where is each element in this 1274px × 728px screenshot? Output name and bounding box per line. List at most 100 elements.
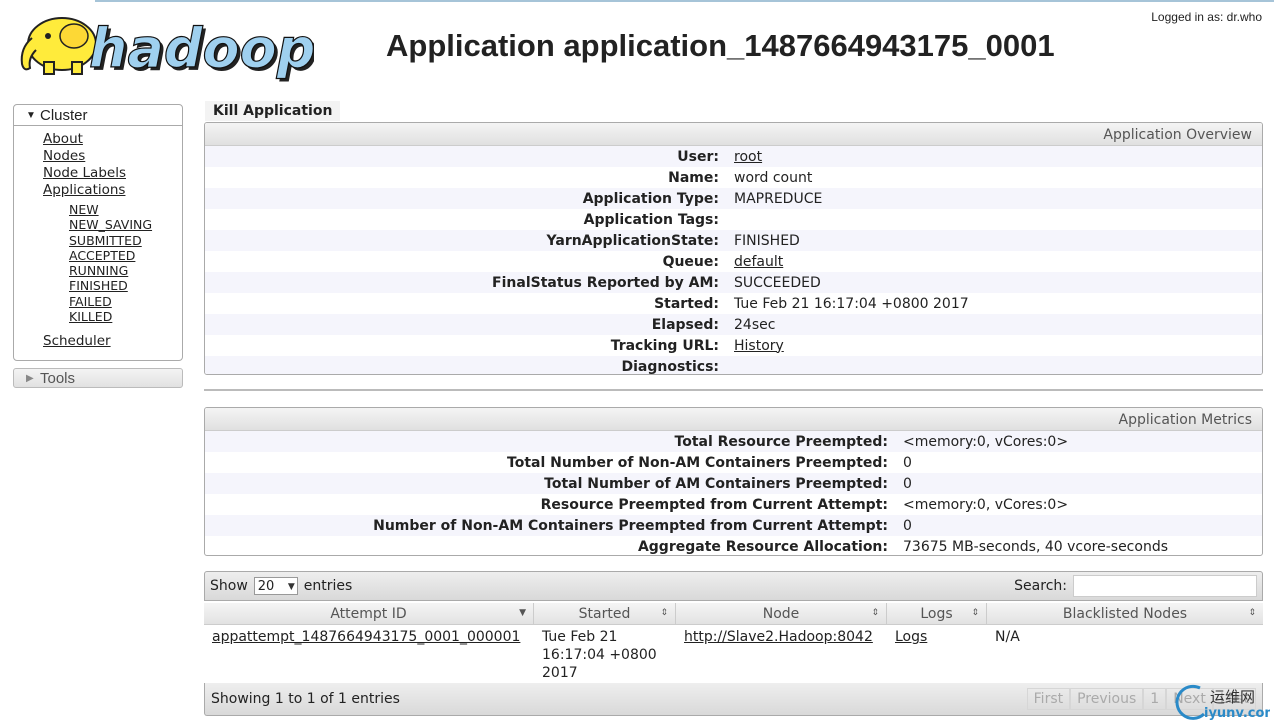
attempt-logs-link[interactable]: Logs [895, 629, 927, 645]
header-top-line [95, 0, 1274, 2]
metrics-row: Total Number of AM Containers Preempted:… [205, 473, 1262, 494]
nav-link-applications[interactable]: Applications [43, 182, 182, 199]
entries-label: entries [303, 578, 353, 594]
metrics-row: Resource Preempted from Current Attempt:… [205, 494, 1262, 515]
metrics-value: <memory:0, vCores:0> [903, 433, 1069, 450]
column-header-node[interactable]: Node ⇕ [676, 603, 887, 624]
metrics-key: Total Resource Preempted: [674, 433, 888, 450]
tools-label: Tools [40, 369, 76, 387]
nav-link-state-running[interactable]: RUNNING [69, 263, 182, 278]
metrics-key: Total Number of Non-AM Containers Preemp… [507, 454, 888, 471]
page-size-select[interactable]: 20 ▼ [253, 577, 298, 595]
sort-icon: ⇕ [971, 608, 979, 618]
overview-value: word count [734, 169, 813, 186]
nav-link-scheduler[interactable]: Scheduler [43, 333, 182, 350]
column-header-attempt-id[interactable]: Attempt ID ▼ [204, 603, 534, 624]
overview-row: Name: word count [205, 167, 1262, 188]
nav-link-state-accepted[interactable]: ACCEPTED [69, 248, 182, 263]
cluster-links: About Nodes Node Labels Applications NEW… [14, 126, 182, 360]
nav-link-state-finished[interactable]: FINISHED [69, 278, 182, 293]
table-info: Showing 1 to 1 of 1 entries [211, 691, 400, 707]
sort-icon: ⇕ [660, 608, 668, 618]
pager-page-1-button[interactable]: 1 [1143, 688, 1167, 710]
show-label: Show [210, 578, 248, 594]
attempt-node-link[interactable]: http://Slave2.Hadoop:8042 [684, 629, 873, 645]
search-label: Search: [1014, 578, 1067, 594]
pager-previous-button[interactable]: Previous [1070, 688, 1144, 710]
column-header-logs[interactable]: Logs ⇕ [887, 603, 987, 624]
overview-key: Diagnostics: [621, 358, 719, 375]
nav-link-nodes[interactable]: Nodes [43, 148, 182, 165]
column-header-started[interactable]: Started ⇕ [534, 603, 676, 624]
pager-first-button[interactable]: First [1026, 688, 1071, 710]
overview-value[interactable]: root [733, 149, 762, 165]
attempt-id-link[interactable]: appattempt_1487664943175_0001_000001 [212, 629, 520, 645]
kill-application-button[interactable]: Kill Application [205, 101, 341, 121]
attempt-started: Tue Feb 21 16:17:04 +0800 2017 [542, 629, 657, 681]
metrics-header: Application Metrics [205, 408, 1262, 431]
overview-value: FINISHED [734, 232, 800, 249]
attempt-blacklisted: N/A [995, 629, 1020, 645]
attempts-table-header: Attempt ID ▼ Started ⇕ Node ⇕ Logs ⇕ Blackli… [204, 603, 1263, 625]
logged-in-label: Logged in as: dr.who [1151, 10, 1262, 24]
nav-link-state-new[interactable]: NEW [69, 202, 182, 217]
attempts-table-toolbar: Show 20 ▼ entries Search: [204, 571, 1263, 601]
svg-text:iyunv.com: iyunv.com [1204, 706, 1270, 721]
app-state-links: NEW NEW_SAVING SUBMITTED ACCEPTED RUNNIN… [43, 202, 182, 324]
section-divider [204, 389, 1263, 391]
svg-text:hadoop: hadoop [89, 17, 314, 80]
metrics-value: <memory:0, vCores:0> [903, 496, 1069, 513]
metrics-row: Total Resource Preempted: <memory:0, vCor… [205, 431, 1262, 452]
application-metrics-panel: Application Metrics Total Resource Preem… [204, 407, 1263, 556]
application-overview-panel: Application Overview User: root Name: word … [204, 122, 1263, 375]
overview-row: Started: Tue Feb 21 16:17:04 +0800 2017 [205, 293, 1262, 314]
nav-link-state-failed[interactable]: FAILED [69, 294, 182, 309]
metrics-value: 73675 MB-seconds, 40 vcore-seconds [903, 538, 1168, 555]
page-title: Application application_1487664943175_00… [386, 28, 1055, 63]
hadoop-logo[interactable]: hadoop hadoop [14, 8, 318, 83]
column-header-blacklisted-nodes[interactable]: Blacklisted Nodes ⇕ [987, 603, 1263, 624]
metrics-row: Total Number of Non-AM Containers Preemp… [205, 452, 1262, 473]
overview-value[interactable]: History [733, 338, 784, 354]
overview-header: Application Overview [205, 123, 1262, 146]
page-size-value: 20 [257, 579, 275, 594]
triangle-right-icon: ▶ [26, 372, 34, 384]
metrics-value: 0 [903, 454, 912, 471]
tools-toggle[interactable]: ▶ Tools [13, 368, 183, 388]
overview-value: Tue Feb 21 16:17:04 +0800 2017 [734, 295, 969, 312]
overview-key: Queue: [662, 253, 719, 270]
overview-row: Queue: default [205, 251, 1262, 272]
overview-value[interactable]: default [733, 254, 783, 270]
overview-row: Tracking URL: History [205, 335, 1262, 356]
overview-key: Application Tags: [583, 211, 719, 228]
overview-value: MAPREDUCE [734, 190, 823, 207]
elephant-icon [20, 17, 97, 75]
cluster-toggle[interactable]: ▼ Cluster [14, 105, 182, 126]
watermark-logo: 运维网 iyunv.com [1170, 682, 1274, 722]
sort-icon: ⇕ [1248, 608, 1256, 618]
overview-row: YarnApplicationState: FINISHED [205, 230, 1262, 251]
nav-link-state-submitted[interactable]: SUBMITTED [69, 233, 182, 248]
metrics-key: Number of Non-AM Containers Preempted fr… [373, 517, 888, 534]
nav-link-state-new-saving[interactable]: NEW_SAVING [69, 217, 182, 232]
search-input[interactable] [1073, 575, 1257, 597]
overview-value: 24sec [734, 316, 776, 333]
metrics-value: 0 [903, 475, 912, 492]
chevron-down-icon: ▼ [287, 582, 295, 592]
overview-key: Started: [654, 295, 719, 312]
metrics-key: Total Number of AM Containers Preempted: [544, 475, 888, 492]
nav-link-about[interactable]: About [43, 131, 182, 148]
overview-value: SUCCEEDED [734, 274, 821, 291]
overview-key: FinalStatus Reported by AM: [492, 274, 719, 291]
sort-desc-icon: ▼ [519, 608, 526, 618]
nav-link-state-killed[interactable]: KILLED [69, 309, 182, 324]
overview-key: Application Type: [582, 190, 719, 207]
overview-key: Elapsed: [651, 316, 719, 333]
metrics-value: 0 [903, 517, 912, 534]
metrics-row: Number of Non-AM Containers Preempted fr… [205, 515, 1262, 536]
metrics-key: Resource Preempted from Current Attempt: [540, 496, 888, 513]
nav-link-node-labels[interactable]: Node Labels [43, 165, 182, 182]
watermark-swirl-icon [1175, 684, 1206, 720]
overview-row: Elapsed: 24sec [205, 314, 1262, 335]
overview-key: Name: [668, 169, 719, 186]
